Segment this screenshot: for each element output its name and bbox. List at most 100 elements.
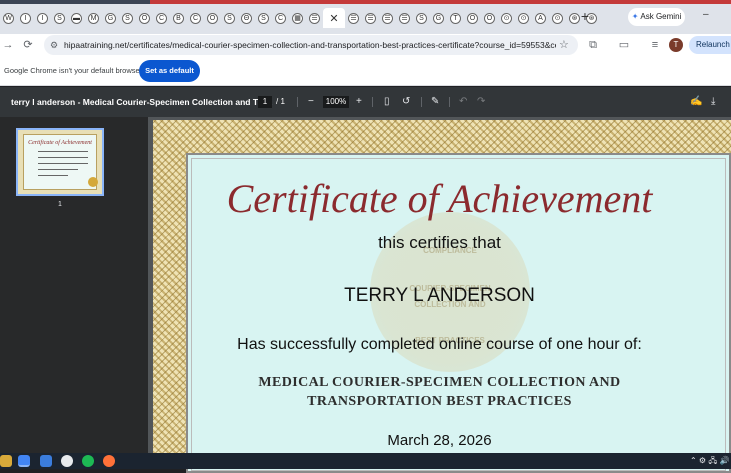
- zoom-in-icon[interactable]: +: [356, 87, 362, 117]
- navigation-bar: → ⟳ ⚙ hipaatraining.net/certificates/med…: [0, 34, 731, 56]
- tab-favicon: ☰: [382, 12, 393, 24]
- fit-page-icon[interactable]: ▯: [384, 87, 390, 117]
- chrome-profile-taskbar-icon[interactable]: [61, 455, 73, 467]
- thumbnail-page-number: 1: [58, 201, 62, 208]
- tab-favicon: ▦: [292, 12, 303, 24]
- tab-strip: W I I S ▬ M G S O C B C O S Θ S C ▦ ☰ ✕ ☰ ☰ ☰ ☰ S G T O O ⊙ ⊙ A ⊙ ⊛ ⊛ + ✦ A…: [0, 0, 731, 34]
- firefox-icon[interactable]: [103, 455, 115, 467]
- right-tab-5[interactable]: G: [430, 9, 447, 27]
- site-info-icon[interactable]: ⚙: [50, 35, 58, 55]
- tab-favicon: G: [433, 12, 444, 24]
- new-tab-button[interactable]: +: [578, 8, 592, 26]
- course-title-line-1: MEDICAL COURIER-SPECIMEN COLLECTION AND: [258, 375, 621, 390]
- tab-favicon: C: [156, 12, 167, 24]
- spotify-icon[interactable]: [82, 455, 94, 467]
- ask-gemini-label: Ask Gemini: [640, 12, 682, 21]
- left-tab-12[interactable]: O: [204, 9, 221, 27]
- left-tab-14[interactable]: Θ: [238, 9, 255, 27]
- tab-favicon: ☰: [365, 12, 376, 24]
- left-tab-16[interactable]: C: [272, 9, 289, 27]
- left-tab-11[interactable]: C: [187, 9, 204, 27]
- active-tab[interactable]: ✕: [323, 8, 345, 28]
- bookmark-star-icon[interactable]: ☆: [559, 35, 569, 55]
- certifies-line: this certifies that: [378, 233, 501, 252]
- tab-favicon: O: [139, 12, 150, 24]
- left-tab-6[interactable]: G: [102, 9, 119, 27]
- right-tab-2[interactable]: ☰: [379, 9, 396, 27]
- undo-icon[interactable]: ↶: [459, 87, 467, 117]
- cast-icon[interactable]: ▭: [616, 37, 632, 53]
- right-tab-11[interactable]: A: [532, 9, 549, 27]
- left-tab-1[interactable]: I: [17, 9, 34, 27]
- right-tab-10[interactable]: ⊙: [515, 9, 532, 27]
- left-tab-2[interactable]: I: [34, 9, 51, 27]
- annotate-icon[interactable]: ✎: [431, 87, 439, 117]
- gemini-star-icon: ✦: [631, 12, 639, 21]
- tab-search-icon[interactable]: ≡: [647, 37, 663, 53]
- left-tab-4[interactable]: ▬: [68, 9, 85, 27]
- right-tab-4[interactable]: S: [413, 9, 430, 27]
- certificate-date: March 28, 2026: [387, 432, 492, 449]
- tab-favicon: S: [224, 12, 235, 24]
- sign-icon[interactable]: ✍: [690, 87, 702, 117]
- tab-favicon: ⊙: [518, 12, 529, 24]
- extensions-icon[interactable]: ⧉: [585, 37, 601, 53]
- tab-favicon: O: [484, 12, 495, 24]
- tab-favicon: G: [105, 12, 116, 24]
- tab-favicon: B: [173, 12, 184, 24]
- address-bar[interactable]: ⚙ hipaatraining.net/certificates/medical…: [44, 35, 578, 55]
- right-tab-7[interactable]: O: [464, 9, 481, 27]
- left-tab-13[interactable]: S: [221, 9, 238, 27]
- rotate-icon[interactable]: ↺: [402, 87, 410, 117]
- left-tab-5[interactable]: M: [85, 9, 102, 27]
- minimize-button[interactable]: –: [703, 9, 709, 20]
- right-tab-9[interactable]: ⊙: [498, 9, 515, 27]
- redo-icon[interactable]: ↷: [477, 87, 485, 117]
- left-tab-15[interactable]: S: [255, 9, 272, 27]
- page-number-input[interactable]: 1: [258, 96, 272, 108]
- close-tab-icon[interactable]: ✕: [329, 12, 338, 25]
- reload-icon[interactable]: ⟳: [20, 37, 36, 53]
- download-icon[interactable]: ⤓: [711, 87, 715, 117]
- left-tab-3[interactable]: S: [51, 9, 68, 27]
- tab-favicon: C: [275, 12, 286, 24]
- left-tab-0[interactable]: W: [0, 9, 17, 27]
- zoom-input[interactable]: 100%: [323, 96, 349, 108]
- left-tab-9[interactable]: C: [153, 9, 170, 27]
- url-text: hipaatraining.net/certificates/medical-c…: [64, 40, 556, 50]
- app-taskbar-icon[interactable]: [40, 455, 52, 467]
- tab-favicon: ☰: [399, 12, 410, 24]
- chrome-taskbar-icon[interactable]: [18, 455, 30, 467]
- relaunch-button[interactable]: Relaunch to: [689, 36, 731, 54]
- right-tab-6[interactable]: T: [447, 9, 464, 27]
- right-tab-12[interactable]: ⊙: [549, 9, 566, 27]
- completion-line: Has successfully completed online course…: [237, 336, 642, 353]
- right-tab-8[interactable]: O: [481, 9, 498, 27]
- left-tab-7[interactable]: S: [119, 9, 136, 27]
- tab-favicon: S: [122, 12, 133, 24]
- file-explorer-icon[interactable]: [0, 455, 12, 467]
- system-tray[interactable]: ⌃ ⚙ 🖧 🔊: [690, 455, 729, 469]
- page-thumbnail[interactable]: Certificate of Achievement: [16, 128, 104, 196]
- tab-favicon: O: [467, 12, 478, 24]
- set-default-button[interactable]: Set as default: [139, 60, 200, 82]
- tab-favicon: S: [416, 12, 427, 24]
- certificate-heading: Certificate of Achievement: [226, 176, 653, 221]
- tab-favicon: S: [54, 12, 65, 24]
- left-tab-18[interactable]: ☰: [306, 9, 323, 27]
- right-tab-0[interactable]: ☰: [345, 9, 362, 27]
- tab-favicon: O: [207, 12, 218, 24]
- ask-gemini-button[interactable]: ✦ Ask Gemini: [628, 8, 685, 26]
- recipient-name: TERRY L ANDERSON: [344, 285, 535, 306]
- left-tab-17[interactable]: ▦: [289, 9, 306, 27]
- window-top-edge: [0, 0, 731, 4]
- profile-avatar[interactable]: T: [669, 38, 683, 52]
- zoom-out-icon[interactable]: −: [308, 87, 314, 117]
- left-tab-8[interactable]: O: [136, 9, 153, 27]
- os-taskbar: ⌃ ⚙ 🖧 🔊: [0, 453, 731, 469]
- right-tab-3[interactable]: ☰: [396, 9, 413, 27]
- pdf-toolbar: terry l anderson - Medical Courier-Speci…: [0, 87, 731, 117]
- right-tab-1[interactable]: ☰: [362, 9, 379, 27]
- left-tab-10[interactable]: B: [170, 9, 187, 27]
- forward-icon[interactable]: →: [0, 37, 16, 53]
